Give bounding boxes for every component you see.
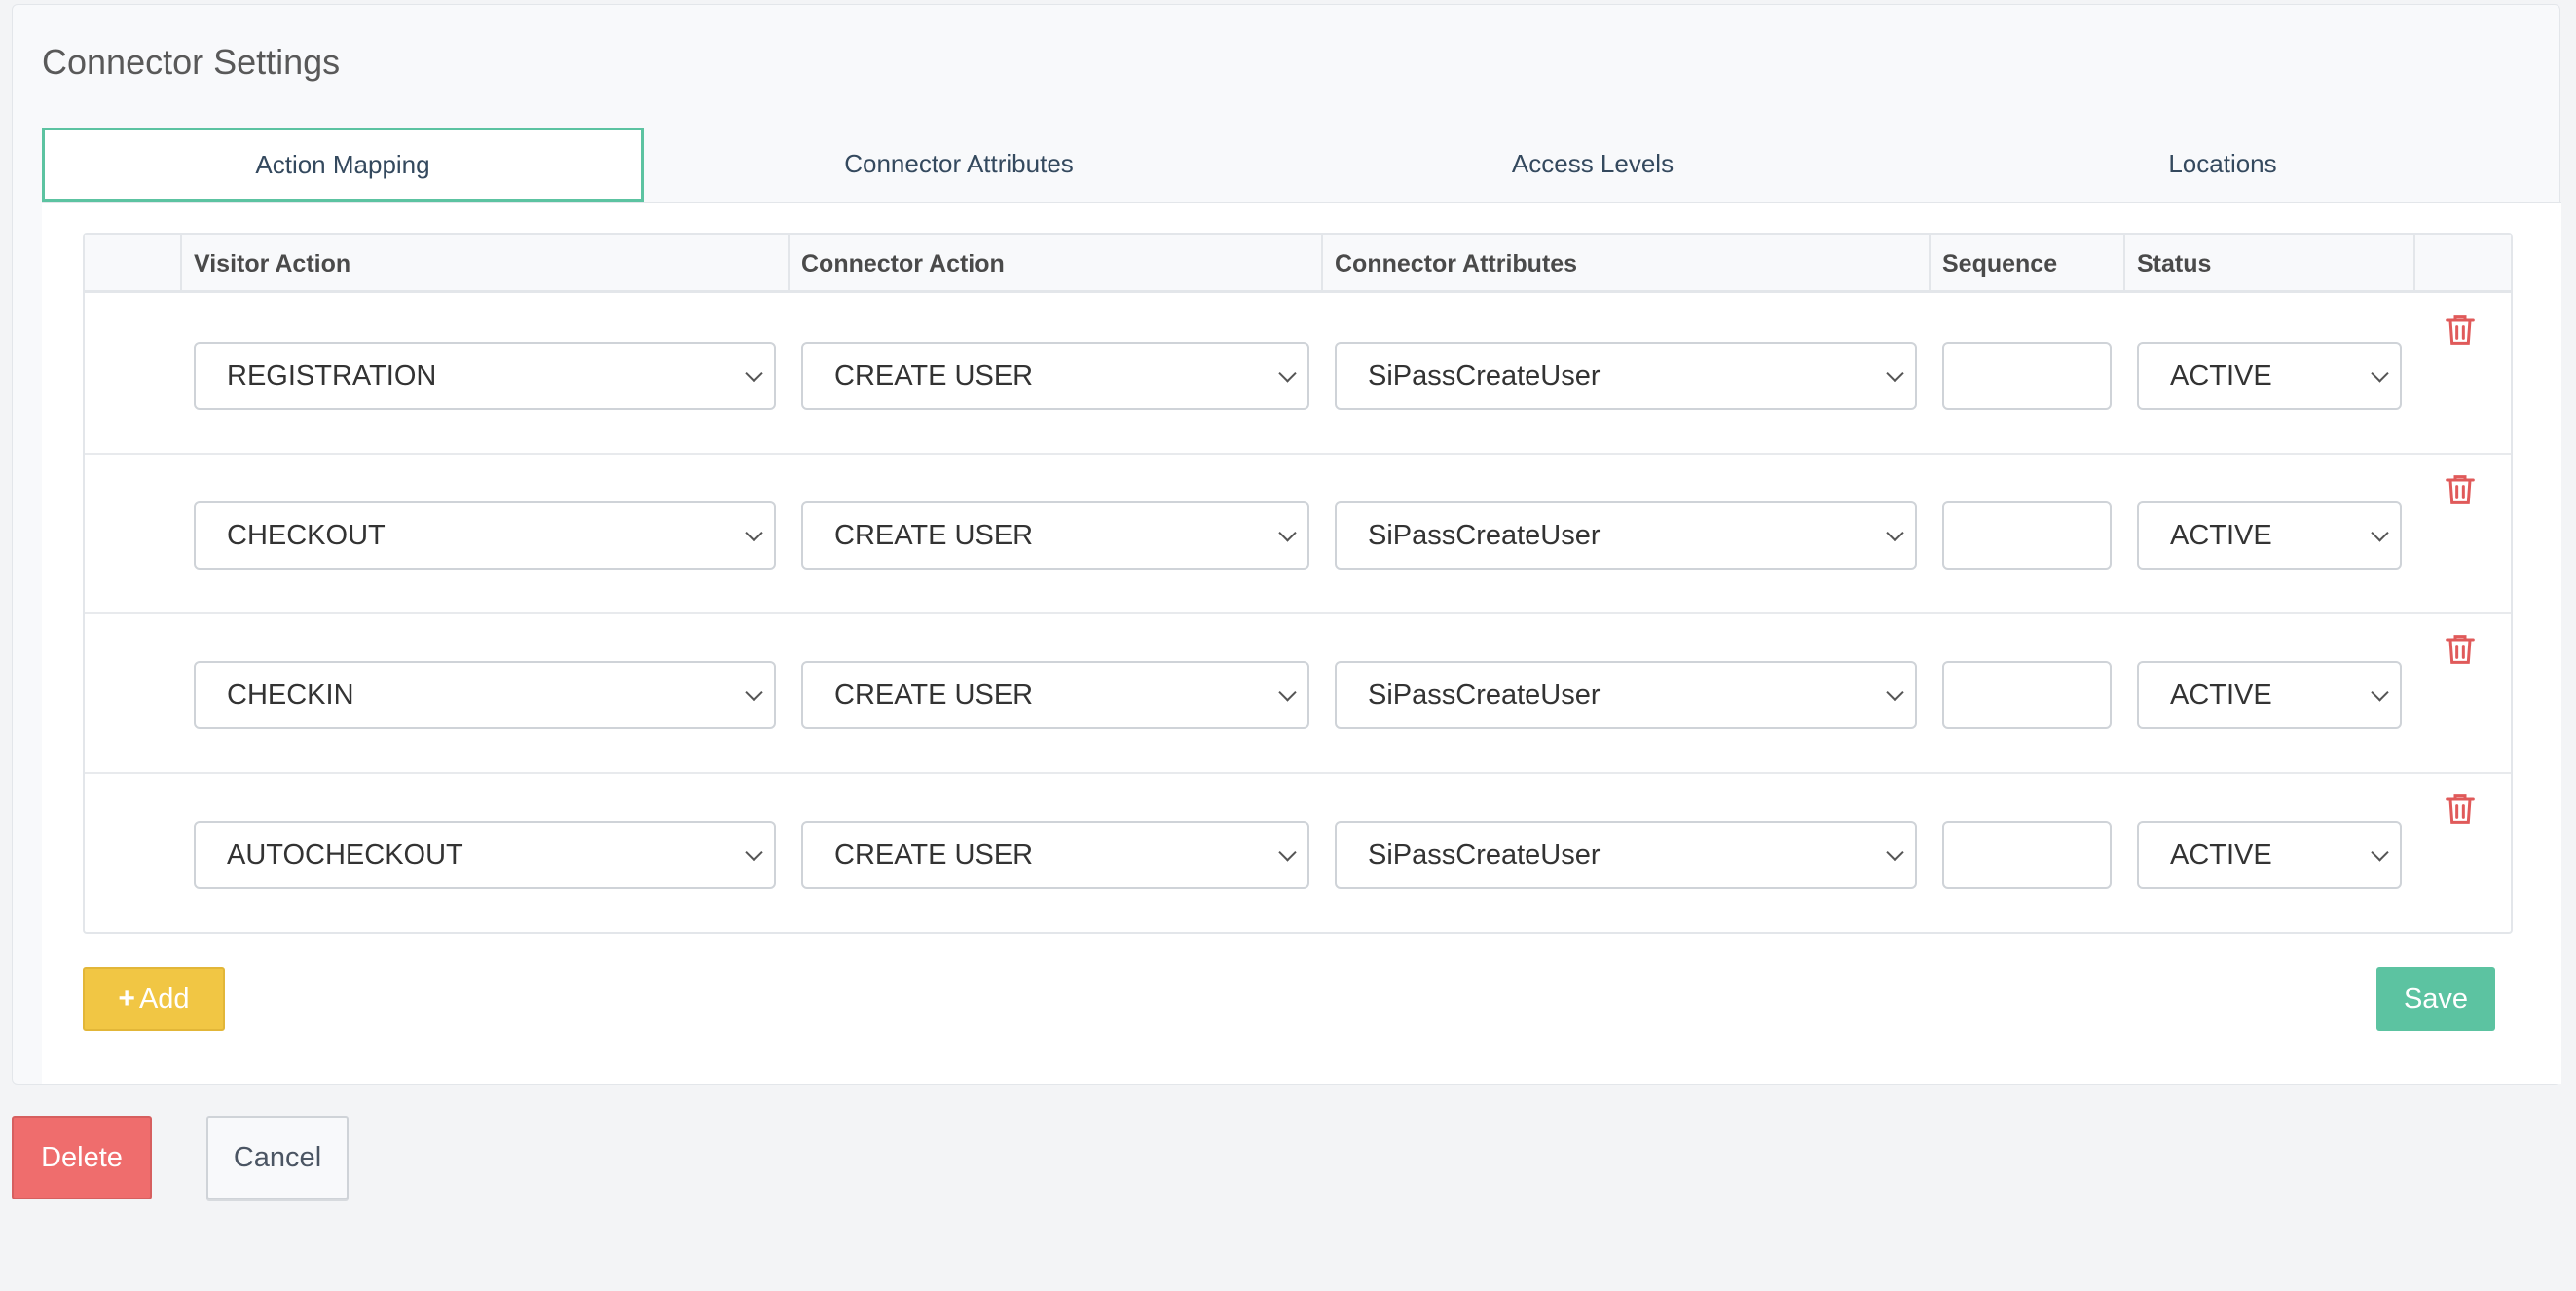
status-select[interactable]: ACTIVE [2137,661,2402,729]
chevron-down-icon [1278,524,1297,542]
header-actions [2413,235,2515,293]
action-mapping-content: Visitor Action Connector Action Connecto… [42,203,2561,1084]
connector-action-value: CREATE USER [834,519,1034,551]
add-button[interactable]: + Add [83,967,225,1031]
connector-action-select[interactable]: CREATE USER [801,501,1309,570]
chevron-down-icon [745,683,763,702]
header-connector-attributes: Connector Attributes [1321,235,1929,293]
visitor-action-value: CHECKOUT [227,519,386,551]
connector-attributes-value: SiPassCreateUser [1368,519,1601,551]
status-value: ACTIVE [2170,679,2272,711]
connector-attributes-value: SiPassCreateUser [1368,838,1601,870]
chevron-down-icon [2371,843,2389,862]
header-connector-action: Connector Action [788,235,1321,293]
chevron-down-icon [745,843,763,862]
chevron-down-icon [1886,364,1904,383]
table-header: Visitor Action Connector Action Connecto… [85,235,2511,293]
visitor-action-select[interactable]: CHECKOUT [194,501,776,570]
chevron-down-icon [1278,683,1297,702]
plus-icon: + [118,982,135,1014]
chevron-down-icon [2371,364,2389,383]
tab-access-levels[interactable]: Access Levels [1274,126,1911,202]
table-row: REGISTRATION CREATE USER SiPassCreateUse… [85,295,2511,455]
visitor-action-select[interactable]: AUTOCHECKOUT [194,821,776,889]
visitor-action-value: AUTOCHECKOUT [227,838,463,870]
chevron-down-icon [2371,683,2389,702]
connector-settings-panel: Connector Settings Action Mapping Connec… [12,4,2561,1085]
save-button[interactable]: Save [2376,967,2495,1031]
sequence-input[interactable] [1942,501,2112,570]
connector-action-select[interactable]: CREATE USER [801,342,1309,410]
connector-action-value: CREATE USER [834,838,1034,870]
connector-attributes-select[interactable]: SiPassCreateUser [1335,821,1917,889]
status-value: ACTIVE [2170,519,2272,551]
connector-action-select[interactable]: CREATE USER [801,821,1309,889]
visitor-action-value: CHECKIN [227,679,354,711]
connector-action-select[interactable]: CREATE USER [801,661,1309,729]
chevron-down-icon [1278,364,1297,383]
connector-action-value: CREATE USER [834,359,1034,391]
status-select[interactable]: ACTIVE [2137,821,2402,889]
table-row: CHECKIN CREATE USER SiPassCreateUser ACT… [85,614,2511,774]
chevron-down-icon [2371,524,2389,542]
connector-action-value: CREATE USER [834,679,1034,711]
tab-action-mapping[interactable]: Action Mapping [42,128,644,202]
header-status: Status [2123,235,2413,293]
status-select[interactable]: ACTIVE [2137,501,2402,570]
chevron-down-icon [1886,683,1904,702]
tab-locations[interactable]: Locations [1911,126,2534,202]
sequence-input[interactable] [1942,342,2112,410]
chevron-down-icon [745,364,763,383]
connector-attributes-select[interactable]: SiPassCreateUser [1335,501,1917,570]
trash-icon[interactable] [2441,790,2480,829]
visitor-action-value: REGISTRATION [227,359,437,391]
visitor-action-select[interactable]: CHECKIN [194,661,776,729]
header-sequence: Sequence [1929,235,2123,293]
chevron-down-icon [745,524,763,542]
chevron-down-icon [1278,843,1297,862]
status-value: ACTIVE [2170,359,2272,391]
add-button-label: Add [138,982,190,1014]
tab-bar: Action Mapping Connector Attributes Acce… [42,126,2561,203]
delete-button[interactable]: Delete [12,1116,152,1199]
header-visitor-action: Visitor Action [180,235,788,293]
tab-connector-attributes[interactable]: Connector Attributes [644,126,1274,202]
status-select[interactable]: ACTIVE [2137,342,2402,410]
connector-attributes-value: SiPassCreateUser [1368,359,1601,391]
table-row: CHECKOUT CREATE USER SiPassCreateUser AC… [85,455,2511,614]
chevron-down-icon [1886,524,1904,542]
connector-attributes-value: SiPassCreateUser [1368,679,1601,711]
sequence-input[interactable] [1942,821,2112,889]
page-title: Connector Settings [42,42,341,82]
connector-attributes-select[interactable]: SiPassCreateUser [1335,342,1917,410]
trash-icon[interactable] [2441,311,2480,350]
trash-icon[interactable] [2441,630,2480,669]
action-mapping-table: Visitor Action Connector Action Connecto… [83,233,2513,934]
chevron-down-icon [1886,843,1904,862]
cancel-button[interactable]: Cancel [206,1116,349,1199]
visitor-action-select[interactable]: REGISTRATION [194,342,776,410]
status-value: ACTIVE [2170,838,2272,870]
connector-attributes-select[interactable]: SiPassCreateUser [1335,661,1917,729]
sequence-input[interactable] [1942,661,2112,729]
table-row: AUTOCHECKOUT CREATE USER SiPassCreateUse… [85,774,2511,934]
trash-icon[interactable] [2441,470,2480,509]
